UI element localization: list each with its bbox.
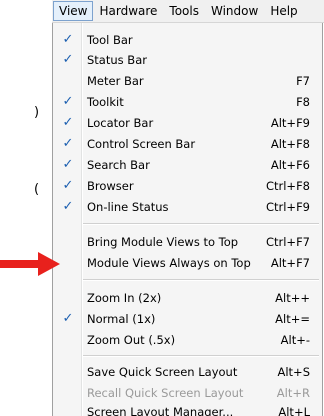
menu-item-shortcut: Alt+R	[276, 386, 310, 400]
menu-item-shortcut: F7	[296, 74, 310, 88]
red-arrow-icon	[0, 252, 60, 276]
menu-item-label: Bring Module Views to Top	[87, 235, 239, 249]
menu-item-shortcut: Ctrl+F7	[265, 235, 310, 249]
menu-item-shortcut: Alt+F6	[270, 158, 310, 172]
menu-tools[interactable]: Tools	[163, 1, 205, 21]
background-fragment: (	[34, 182, 40, 197]
menu-bar: View Hardware Tools Window Help	[52, 0, 324, 23]
checkmark-icon: ✓	[62, 178, 74, 193]
menu-item-label: Status Bar	[87, 53, 147, 67]
menu-item-label: Toolkit	[87, 95, 124, 109]
menu-item-shortcut: F8	[296, 95, 310, 109]
menu-item-label: Locator Bar	[87, 116, 154, 130]
menu-item-browser[interactable]: ✓ Browser Ctrl+F8	[53, 176, 322, 196]
menu-item-shortcut: Alt+L	[278, 405, 310, 416]
menu-item-online-status[interactable]: ✓ On-line Status Ctrl+F9	[53, 197, 322, 217]
menu-item-label: Recall Quick Screen Layout	[87, 386, 244, 400]
menu-item-label: Module Views Always on Top	[87, 256, 251, 270]
checkmark-icon: ✓	[62, 32, 74, 47]
view-menu-dropdown: ✓ Tool Bar ✓ Status Bar Meter Bar F7 ✓ T…	[52, 23, 323, 416]
menu-item-shortcut: Alt+F7	[270, 256, 310, 270]
menu-item-label: Screen Layout Manager...	[87, 405, 234, 416]
menu-item-toolkit[interactable]: ✓ Toolkit F8	[53, 92, 322, 112]
menu-item-shortcut: Ctrl+F8	[265, 179, 310, 193]
menu-item-search-bar[interactable]: ✓ Search Bar Alt+F6	[53, 155, 322, 175]
menu-item-normal[interactable]: ✓ Normal (1x) Alt+=	[53, 309, 322, 329]
menu-item-module-views-always-on-top[interactable]: Module Views Always on Top Alt+F7	[53, 253, 322, 273]
menu-separator	[83, 355, 319, 357]
checkmark-icon: ✓	[62, 115, 74, 130]
app-background-slice: ) (	[0, 0, 52, 416]
menu-item-label: Control Screen Bar	[87, 137, 196, 151]
checkmark-icon: ✓	[62, 136, 74, 151]
menu-item-label: Save Quick Screen Layout	[87, 365, 238, 379]
menu-item-shortcut: Alt+-	[280, 333, 310, 347]
menu-item-label: Zoom Out (.5x)	[87, 333, 176, 347]
menu-item-locator-bar[interactable]: ✓ Locator Bar Alt+F9	[53, 113, 322, 133]
menu-item-label: Browser	[87, 179, 134, 193]
menu-help[interactable]: Help	[264, 1, 303, 21]
menu-item-shortcut: Ctrl+F9	[265, 200, 310, 214]
menu-item-meter-bar[interactable]: Meter Bar F7	[53, 71, 322, 91]
menu-item-recall-quick-screen-layout: Recall Quick Screen Layout Alt+R	[53, 383, 322, 403]
menu-item-bring-module-views-to-top[interactable]: Bring Module Views to Top Ctrl+F7	[53, 232, 322, 252]
menu-item-save-quick-screen-layout[interactable]: Save Quick Screen Layout Alt+S	[53, 362, 322, 382]
menu-item-label: Search Bar	[87, 158, 150, 172]
menu-item-label: Tool Bar	[87, 33, 133, 47]
menu-item-label: On-line Status	[87, 200, 169, 214]
menu-item-shortcut: Alt+S	[277, 365, 310, 379]
menu-separator	[83, 279, 319, 281]
screenshot: ) ( View Hardware Tools Window Help ✓ To…	[0, 0, 324, 416]
menu-window[interactable]: Window	[205, 1, 264, 21]
menu-item-shortcut: Alt++	[275, 291, 310, 305]
menu-item-tool-bar[interactable]: ✓ Tool Bar	[53, 30, 322, 50]
menu-item-zoom-in[interactable]: Zoom In (2x) Alt++	[53, 288, 322, 308]
menu-item-status-bar[interactable]: ✓ Status Bar	[53, 50, 322, 70]
menu-item-control-screen-bar[interactable]: ✓ Control Screen Bar Alt+F8	[53, 134, 322, 154]
menu-item-shortcut: Alt+F8	[270, 137, 310, 151]
checkmark-icon: ✓	[62, 311, 74, 326]
menu-separator	[83, 223, 319, 225]
checkmark-icon: ✓	[62, 94, 74, 109]
checkmark-icon: ✓	[62, 52, 74, 67]
menu-item-label: Zoom In (2x)	[87, 291, 162, 305]
menu-item-zoom-out[interactable]: Zoom Out (.5x) Alt+-	[53, 330, 322, 350]
checkmark-icon: ✓	[62, 199, 74, 214]
menu-item-label: Normal (1x)	[87, 312, 156, 326]
menu-item-shortcut: Alt+=	[275, 312, 310, 326]
menu-item-shortcut: Alt+F9	[270, 116, 310, 130]
background-fragment: )	[34, 105, 40, 120]
menu-item-screen-layout-manager[interactable]: Screen Layout Manager... Alt+L	[53, 402, 322, 416]
menu-item-label: Meter Bar	[87, 74, 144, 88]
checkmark-icon: ✓	[62, 157, 74, 172]
menu-hardware[interactable]: Hardware	[93, 1, 163, 21]
menu-view[interactable]: View	[53, 1, 94, 21]
